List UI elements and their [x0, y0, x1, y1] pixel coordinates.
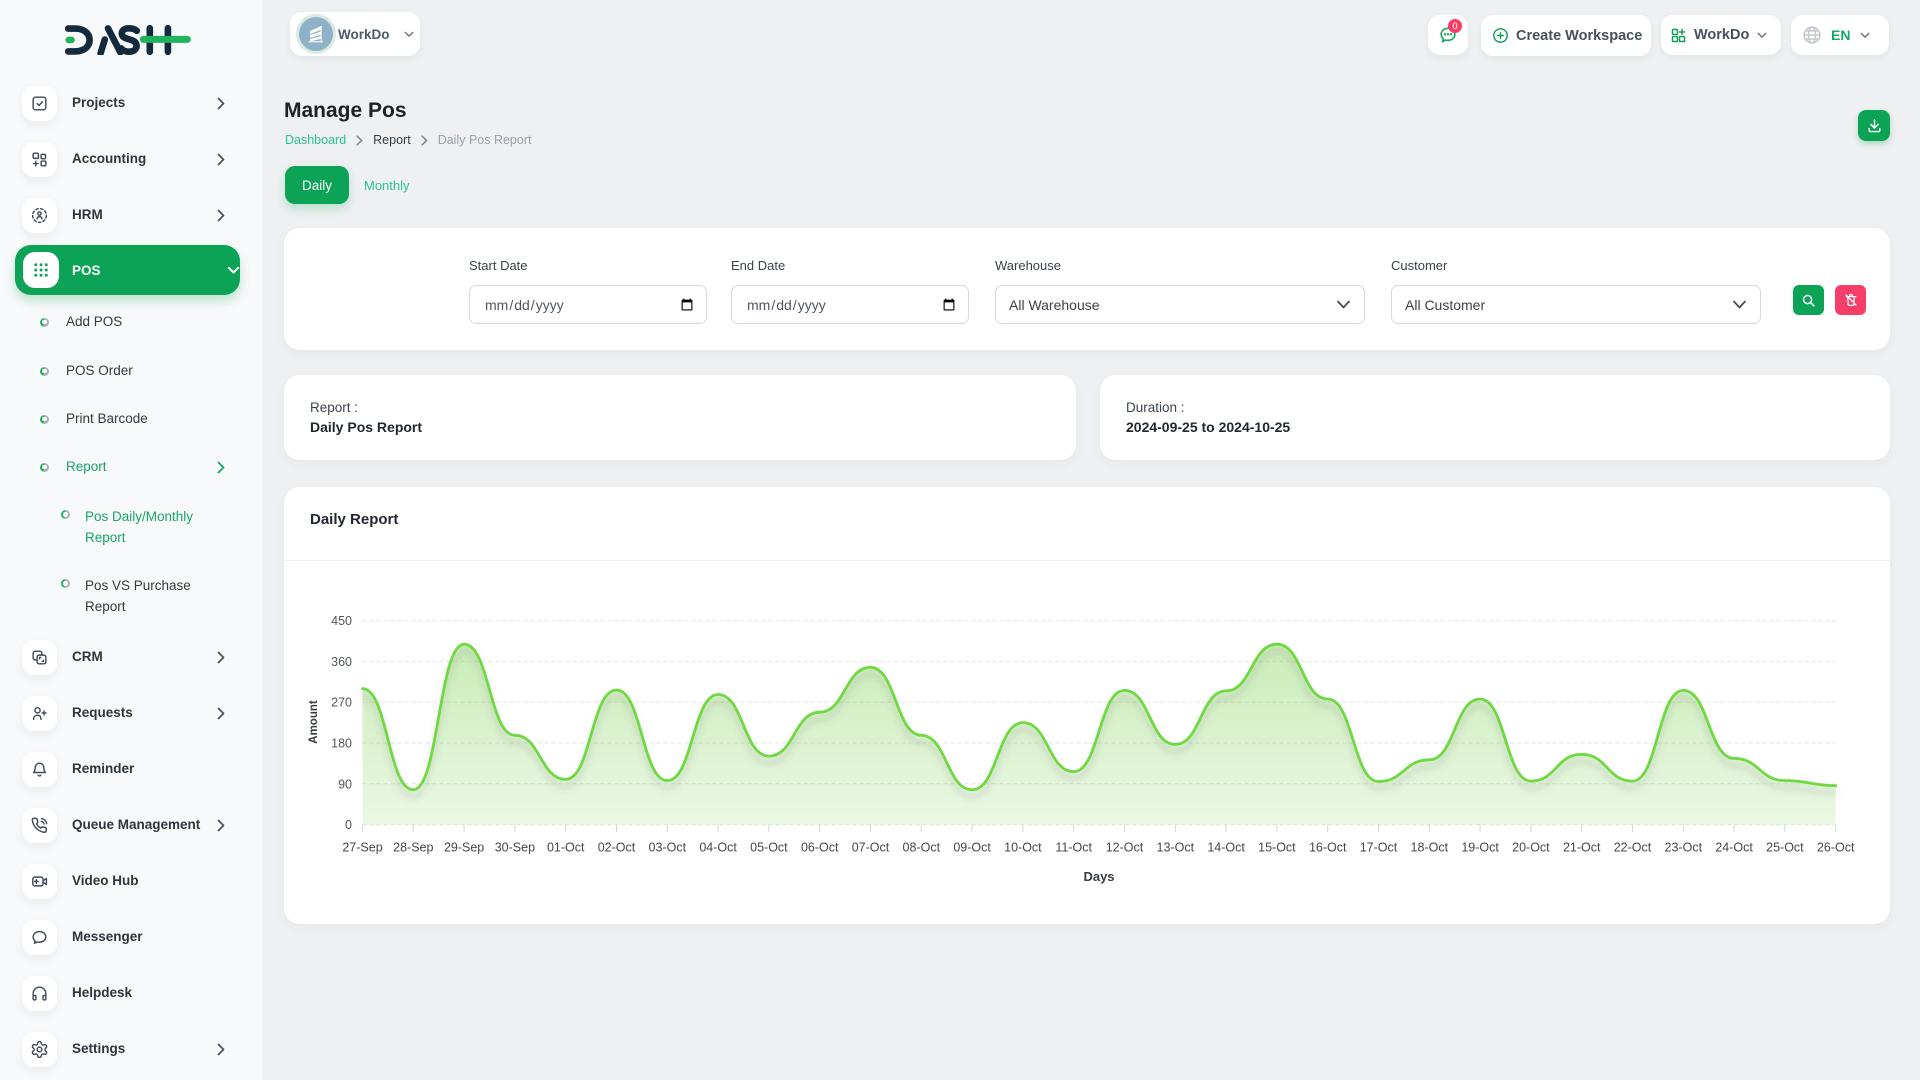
svg-text:07-Oct: 07-Oct	[852, 841, 890, 855]
svg-text:450: 450	[331, 614, 352, 628]
svg-text:08-Oct: 08-Oct	[903, 841, 941, 855]
svg-text:12-Oct: 12-Oct	[1106, 841, 1144, 855]
svg-text:15-Oct: 15-Oct	[1258, 841, 1296, 855]
svg-text:03-Oct: 03-Oct	[649, 841, 687, 855]
svg-text:270: 270	[331, 696, 352, 710]
svg-text:02-Oct: 02-Oct	[598, 841, 636, 855]
svg-text:26-Oct: 26-Oct	[1817, 841, 1855, 855]
svg-text:17-Oct: 17-Oct	[1360, 841, 1398, 855]
svg-text:Amount: Amount	[308, 700, 320, 744]
svg-text:90: 90	[338, 777, 352, 791]
svg-text:18-Oct: 18-Oct	[1411, 841, 1449, 855]
svg-text:11-Oct: 11-Oct	[1055, 841, 1092, 855]
svg-text:29-Sep: 29-Sep	[444, 841, 484, 855]
svg-text:04-Oct: 04-Oct	[699, 841, 737, 855]
svg-text:28-Sep: 28-Sep	[393, 841, 433, 855]
svg-text:05-Oct: 05-Oct	[750, 841, 788, 855]
svg-text:06-Oct: 06-Oct	[801, 841, 839, 855]
svg-text:180: 180	[331, 737, 352, 751]
svg-text:13-Oct: 13-Oct	[1157, 841, 1195, 855]
svg-text:24-Oct: 24-Oct	[1715, 841, 1753, 855]
svg-text:10-Oct: 10-Oct	[1004, 841, 1042, 855]
svg-text:27-Sep: 27-Sep	[342, 841, 382, 855]
svg-text:09-Oct: 09-Oct	[953, 841, 991, 855]
svg-text:Days: Days	[1083, 869, 1114, 884]
svg-text:30-Sep: 30-Sep	[495, 841, 535, 855]
svg-text:0: 0	[345, 818, 352, 832]
svg-text:01-Oct: 01-Oct	[547, 841, 585, 855]
svg-text:23-Oct: 23-Oct	[1665, 841, 1703, 855]
svg-text:14-Oct: 14-Oct	[1207, 841, 1245, 855]
svg-text:20-Oct: 20-Oct	[1512, 841, 1550, 855]
svg-text:22-Oct: 22-Oct	[1614, 841, 1652, 855]
svg-text:16-Oct: 16-Oct	[1309, 841, 1347, 855]
svg-text:360: 360	[331, 655, 352, 669]
svg-text:21-Oct: 21-Oct	[1563, 841, 1601, 855]
svg-text:19-Oct: 19-Oct	[1461, 841, 1499, 855]
svg-text:25-Oct: 25-Oct	[1766, 841, 1804, 855]
